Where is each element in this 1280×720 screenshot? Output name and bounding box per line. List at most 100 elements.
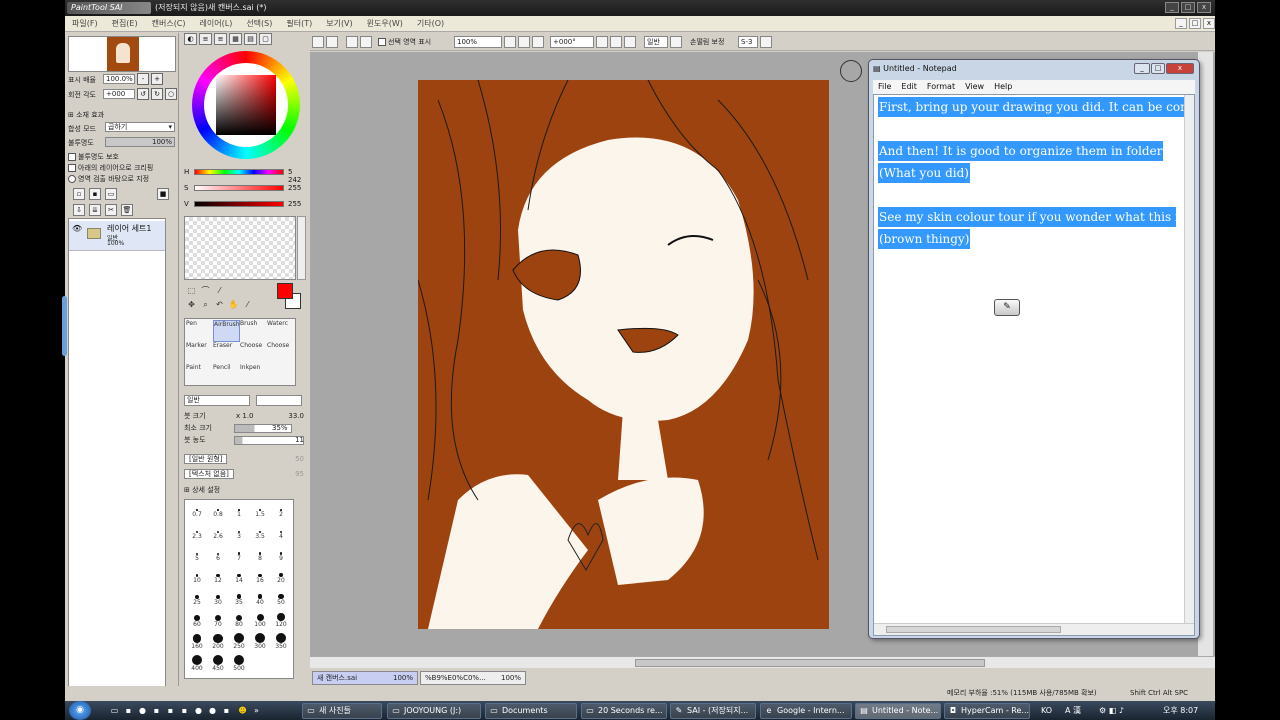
rotate-reset-icon[interactable]: ○ [165,88,177,100]
redo-icon[interactable] [326,36,338,48]
brush-size-preset[interactable]: 35 [229,590,249,608]
brush-size-preset[interactable]: 3 [229,524,249,542]
canvas-horizontal-scrollbar[interactable] [310,656,1215,668]
brush-size-preset[interactable]: 0.7 [187,502,207,520]
zoom-out-icon[interactable] [504,36,516,48]
brush-size-preset[interactable]: 1.5 [250,502,270,520]
brush-size-preset[interactable]: 250 [229,633,249,652]
zoom-tool-icon[interactable]: ⌕ [200,299,211,310]
menu-layer[interactable]: 레이어(L) [193,16,240,32]
brush-size-row[interactable]: 붓 크기 x 1.0 33.0 [184,411,306,422]
undo-icon[interactable] [312,36,324,48]
menu-view[interactable]: 보기(V) [319,16,359,32]
value-bar[interactable] [194,201,284,207]
task-button[interactable]: ▭ JOOYOUNG (J:) [387,703,481,719]
brush-marker[interactable]: Marker [186,342,213,364]
menu-filter[interactable]: 필터(T) [279,16,319,32]
notepad-horizontal-scrollbar[interactable] [874,623,1194,635]
scroll-thumb[interactable] [886,626,1061,633]
scratchpad-tab-icon[interactable]: ▤ [244,33,257,45]
tab-new-canvas[interactable]: 새 캔버스.sai 100% [312,671,418,685]
stabilizer-select[interactable]: S-3 [738,36,758,48]
doc-close-button[interactable]: x [1203,18,1215,29]
menu-canvas[interactable]: 캔버스(C) [145,16,193,32]
brush-size-preset[interactable]: 0.8 [208,502,228,520]
brush-brush[interactable]: Brush [240,320,267,342]
artwork[interactable] [418,80,829,629]
menu-edit[interactable]: 편집(E) [105,16,145,32]
brush-size-preset[interactable]: 9 [271,546,291,564]
angle-field[interactable]: +000° [550,36,594,48]
value-slider[interactable]: V 255 [184,199,306,211]
select-rect-icon[interactable]: ⬚ [186,285,197,296]
mode-toggle-icon[interactable] [670,36,682,48]
notepad-text-area[interactable]: First, bring up your drawing you did. It… [873,94,1195,636]
brush-choose-1[interactable]: Choose [240,342,267,364]
brush-size-preset[interactable]: 16 [250,568,270,586]
clock[interactable]: 오후 8:07 [1163,701,1198,720]
eyedropper-icon[interactable]: ⁄ [242,299,253,310]
brush-tip-shapes[interactable] [256,395,302,406]
brush-airbrush[interactable]: AirBrush [213,320,240,342]
zoom-field[interactable]: 100.0% [103,74,135,84]
swatch-scrollbar[interactable] [297,216,306,280]
quicklaunch-icon-3[interactable]: ▪ [151,705,162,716]
task-button[interactable]: e Google - Intern... [760,703,852,719]
brush-size-preset[interactable]: 7 [229,546,249,564]
min-size-row[interactable]: 최소 크기 35% [184,423,306,434]
quicklaunch-icon-8[interactable]: ▪ [221,705,232,716]
menu-select[interactable]: 선택(S) [239,16,279,32]
notepad-menu-file[interactable]: File [873,80,896,94]
delete-layer-icon[interactable]: 🗑 [121,204,133,216]
saturation-value-square[interactable] [216,75,276,135]
zoom-in-icon[interactable]: + [151,73,163,85]
brush-size-preset[interactable]: 2 [271,502,291,520]
notepad-minimize-button[interactable]: _ [1134,63,1150,74]
lasso-icon[interactable]: ⌒ [200,285,211,296]
blend-mode-select[interactable]: 곱하기 ▾ [105,122,175,132]
saturation-slider[interactable]: S 255 [184,183,306,195]
notepad-menu-help[interactable]: Help [989,80,1017,94]
brush-size-preset[interactable]: 4 [271,524,291,542]
brush-size-preset[interactable]: 50 [271,590,291,608]
tab-image-file[interactable]: %B9%E0%C0%... 100% [420,671,526,685]
merge-down-icon[interactable]: ⇊ [89,204,101,216]
maximize-button[interactable]: □ [1181,2,1195,13]
brush-size-preset[interactable]: 350 [271,633,291,652]
brush-size-preset[interactable]: 2.6 [208,524,228,542]
palette-tab-icon[interactable]: ▦ [229,33,242,45]
rotate-tool-icon[interactable]: ↶ [214,299,225,310]
brush-size-preset[interactable]: 2.3 [187,524,207,542]
move-icon[interactable]: ✥ [186,299,197,310]
quicklaunch-icon-1[interactable]: ▪ [123,705,134,716]
brush-size-preset[interactable]: 120 [271,612,291,630]
reference-check[interactable]: 영역 검출 바탕으로 지정 [68,174,149,184]
notepad-vertical-scrollbar[interactable] [1184,95,1194,623]
menu-window[interactable]: 윈도우(W) [360,16,410,32]
brush-size-preset[interactable]: 12 [208,568,228,586]
brush-size-preset[interactable]: 160 [187,634,207,652]
hsv-slider-tab-icon[interactable]: ≡ [214,33,227,45]
rotate-left-icon[interactable]: ↺ [137,88,149,100]
protect-opacity-check[interactable]: 불투명도 보호 [68,152,119,162]
zoom-select[interactable]: 100% [454,36,502,48]
detail-settings[interactable]: ⊞ 상세 설정 [184,485,306,496]
notepad-maximize-button[interactable]: □ [1151,63,1165,74]
brush-size-preset[interactable]: 100 [250,612,270,630]
brush-size-preset[interactable]: 20 [271,568,291,586]
new-folder-icon[interactable]: ▭ [105,188,117,200]
brush-size-preset[interactable]: 8 [250,546,270,564]
brush-pen[interactable]: Pen [186,320,213,342]
rotate-reset-icon[interactable] [624,36,636,48]
doc-minimize-button[interactable]: _ [1175,18,1187,29]
zoom-reset-icon[interactable] [532,36,544,48]
brush-inkpen[interactable]: Inkpen [240,364,267,386]
transfer-down-icon[interactable]: ⇩ [73,204,85,216]
hue-slider[interactable]: H 5 242 [184,167,306,184]
canvas-vertical-scrollbar[interactable] [1198,52,1213,656]
start-button[interactable]: ◉ [69,701,91,720]
doc-restore-button[interactable]: □ [1189,18,1201,29]
hand-icon[interactable]: ✋ [228,299,239,310]
close-button[interactable]: x [1197,2,1211,13]
quicklaunch-icon-6[interactable]: ● [193,705,204,716]
